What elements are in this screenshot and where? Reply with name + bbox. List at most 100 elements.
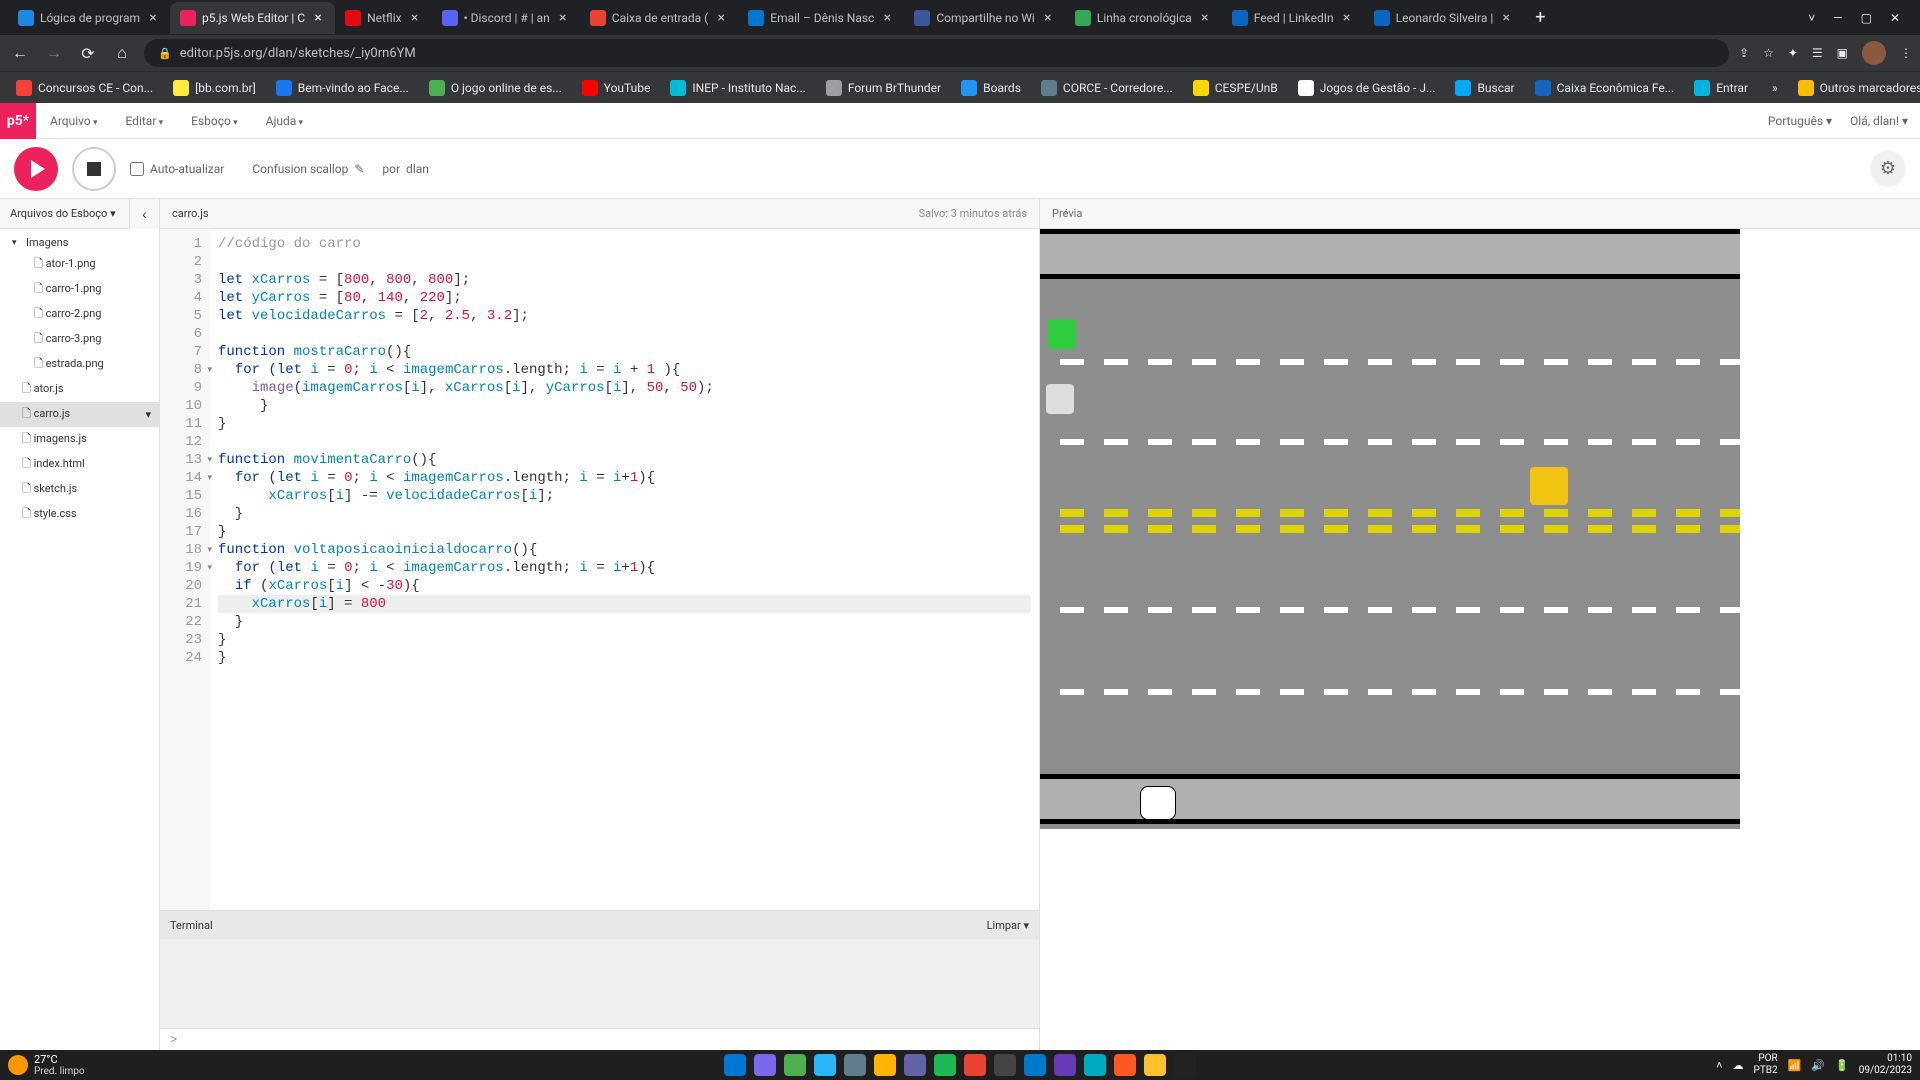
bookmark-item[interactable]: INEP - Instituto Nac... xyxy=(662,76,813,100)
tray-chevron-icon[interactable]: ˄ xyxy=(1716,1059,1722,1072)
close-icon[interactable]: × xyxy=(146,11,160,25)
taskbar-app-icon[interactable] xyxy=(1114,1054,1136,1076)
browser-tab[interactable]: Linha cronológica× xyxy=(1065,2,1222,34)
auto-update-checkbox[interactable] xyxy=(130,162,144,176)
language-switch[interactable]: Português ▾ xyxy=(1768,114,1832,128)
close-icon[interactable]: × xyxy=(1499,11,1513,25)
taskbar-app-icon[interactable] xyxy=(724,1054,746,1076)
bookmark-item[interactable]: Entrar xyxy=(1686,76,1756,100)
sidepanel-icon[interactable]: ▣ xyxy=(1837,46,1848,60)
file-item[interactable]: 🗋 carro-3.png xyxy=(0,327,159,352)
bookmark-star-icon[interactable]: ☆ xyxy=(1763,46,1774,60)
browser-tab[interactable]: Leonardo Silveira |× xyxy=(1364,2,1524,34)
play-button[interactable] xyxy=(14,147,58,191)
terminal-output[interactable] xyxy=(160,939,1039,1028)
bookmark-item[interactable]: Boards xyxy=(953,76,1029,100)
new-tab-button[interactable]: + xyxy=(1523,7,1557,28)
menu-item[interactable]: Esboço xyxy=(177,114,251,128)
bookmark-item[interactable]: Caixa Econômica Fe... xyxy=(1527,76,1683,100)
maximize-icon[interactable]: ▢ xyxy=(1861,11,1872,25)
close-window-icon[interactable]: ✕ xyxy=(1890,11,1900,25)
close-icon[interactable]: × xyxy=(880,11,894,25)
taskbar-app-icon[interactable] xyxy=(964,1054,986,1076)
profile-avatar[interactable] xyxy=(1862,41,1886,65)
menu-item[interactable]: Editar xyxy=(111,114,177,128)
extensions-icon[interactable]: ✦ xyxy=(1788,46,1798,60)
file-item[interactable]: 🗋 sketch.js xyxy=(0,477,159,502)
bookmark-item[interactable]: Buscar xyxy=(1447,76,1522,100)
tray-volume-icon[interactable]: 🔊 xyxy=(1811,1059,1825,1072)
menu-item[interactable]: Ajuda xyxy=(252,114,317,128)
author-link[interactable]: dlan xyxy=(406,162,429,176)
bookmark-item[interactable]: Jogos de Gestão - J... xyxy=(1290,76,1444,100)
taskbar-app-icon[interactable] xyxy=(754,1054,776,1076)
bookmark-item[interactable]: [bb.com.br] xyxy=(165,76,264,100)
file-item[interactable]: 🗋 ator-1.png xyxy=(0,252,159,277)
bookmarks-overflow[interactable]: » xyxy=(1764,81,1786,95)
chevron-down-icon[interactable]: ˅ xyxy=(1808,11,1815,25)
taskbar-app-icon[interactable] xyxy=(874,1054,896,1076)
taskbar-app-icon[interactable] xyxy=(1024,1054,1046,1076)
tray-wifi-icon[interactable]: 📶 xyxy=(1788,1059,1802,1072)
file-item[interactable]: 🗋 index.html xyxy=(0,452,159,477)
back-button[interactable]: ← xyxy=(8,41,32,65)
taskbar-app-icon[interactable] xyxy=(844,1054,866,1076)
forward-button[interactable]: → xyxy=(42,41,66,65)
file-item[interactable]: 🗋 estrada.png xyxy=(0,352,159,377)
file-item[interactable]: 🗋 ator.js xyxy=(0,377,159,402)
bookmark-item[interactable]: CESPE/UnB xyxy=(1185,76,1286,100)
taskbar-app-icon[interactable] xyxy=(814,1054,836,1076)
browser-tab[interactable]: • Discord | # | an× xyxy=(432,2,580,34)
taskbar-app-icon[interactable] xyxy=(994,1054,1016,1076)
close-icon[interactable]: × xyxy=(1041,11,1055,25)
browser-tab[interactable]: Compartilhe no Wi× xyxy=(904,2,1065,34)
taskbar-app-icon[interactable] xyxy=(1144,1054,1166,1076)
auto-update-toggle[interactable]: Auto-atualizar xyxy=(130,162,224,176)
minimize-icon[interactable]: — xyxy=(1833,11,1842,25)
close-icon[interactable]: × xyxy=(556,11,570,25)
taskbar-app-icon[interactable] xyxy=(934,1054,956,1076)
file-item[interactable]: 🗋 carro-1.png xyxy=(0,277,159,302)
sidebar-header[interactable]: Arquivos do Esboço ▾ xyxy=(0,199,129,229)
taskbar-app-icon[interactable] xyxy=(1054,1054,1076,1076)
pencil-icon[interactable]: ✎ xyxy=(354,162,364,176)
close-icon[interactable]: × xyxy=(714,11,728,25)
browser-tab[interactable]: Lógica de program× xyxy=(8,2,170,34)
taskbar-app-icon[interactable] xyxy=(1174,1054,1196,1076)
browser-tab[interactable]: p5.js Web Editor | C× xyxy=(170,2,335,34)
tray-battery-icon[interactable]: 🔋 xyxy=(1835,1059,1849,1072)
browser-tab[interactable]: Feed | LinkedIn× xyxy=(1222,2,1364,34)
browser-tab[interactable]: Netflix× xyxy=(335,2,432,34)
close-icon[interactable]: × xyxy=(408,11,422,25)
taskbar-weather[interactable]: 27°C Pred. limpo xyxy=(8,1053,85,1077)
bookmark-item[interactable]: Concursos CE - Con... xyxy=(8,76,161,100)
taskbar-app-icon[interactable] xyxy=(1084,1054,1106,1076)
other-bookmarks[interactable]: Outros marcadores xyxy=(1790,76,1920,100)
url-field[interactable]: 🔒 editor.p5js.org/dlan/sketches/_iy0rn6Y… xyxy=(144,39,1729,67)
home-button[interactable]: ⌂ xyxy=(110,41,134,65)
close-icon[interactable]: × xyxy=(1198,11,1212,25)
editor-tab[interactable]: carro.js xyxy=(172,207,209,220)
terminal-prompt[interactable]: > xyxy=(160,1028,1039,1050)
sketch-canvas[interactable] xyxy=(1040,229,1740,829)
reload-button[interactable]: ⟳ xyxy=(76,41,100,65)
user-greeting[interactable]: Olá, dlan! ▾ xyxy=(1850,114,1908,128)
taskbar-app-icon[interactable] xyxy=(784,1054,806,1076)
close-icon[interactable]: × xyxy=(1340,11,1354,25)
bookmark-item[interactable]: YouTube xyxy=(574,76,659,100)
browser-tab[interactable]: Email – Dênis Nasc× xyxy=(738,2,904,34)
bookmark-item[interactable]: Bem-vindo ao Face... xyxy=(268,76,417,100)
file-item[interactable]: 🗋 imagens.js xyxy=(0,427,159,452)
share-icon[interactable]: ⇪ xyxy=(1739,46,1749,60)
bookmark-item[interactable]: O jogo online de es... xyxy=(421,76,570,100)
terminal-clear-button[interactable]: Limpar ▾ xyxy=(987,919,1029,932)
settings-button[interactable]: ⚙ xyxy=(1870,151,1906,187)
browser-tab[interactable]: Caixa de entrada (× xyxy=(580,2,738,34)
file-item[interactable]: 🗋 carro-2.png xyxy=(0,302,159,327)
reading-list-icon[interactable]: ☰ xyxy=(1812,46,1823,60)
taskbar-app-icon[interactable] xyxy=(904,1054,926,1076)
folder-item[interactable]: ▾ Imagens xyxy=(0,233,159,252)
menu-icon[interactable]: ⋮ xyxy=(1900,46,1912,60)
menu-item[interactable]: Arquivo xyxy=(36,114,111,128)
stop-button[interactable] xyxy=(72,147,116,191)
